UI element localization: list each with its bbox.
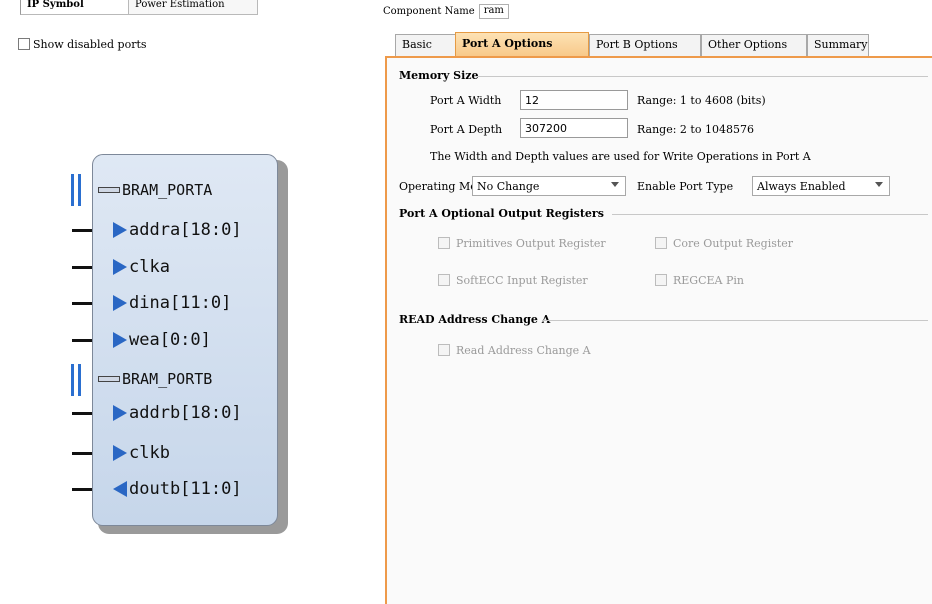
- regcea-pin[interactable]: REGCEA Pin: [655, 272, 744, 288]
- regcea-pin-checkbox[interactable]: [655, 274, 667, 286]
- bus-porta-label: BRAM_PORTA: [122, 181, 213, 199]
- bus-marker: [78, 364, 81, 396]
- port-label: wea[0:0]: [129, 330, 211, 350]
- enable-port-type-label: Enable Port Type: [637, 180, 734, 193]
- ip-symbol-pane: IP Symbol Power Estimation Show disabled…: [0, 0, 362, 604]
- read-address-change-a-label: Read Address Change A: [456, 343, 591, 357]
- tab-power-estimation[interactable]: Power Estimation: [128, 0, 258, 15]
- pin-line: [72, 339, 92, 342]
- enable-port-type-value: Always Enabled: [757, 179, 846, 193]
- show-disabled-ports-checkbox[interactable]: [18, 38, 30, 50]
- port-a-options-panel: [385, 56, 932, 604]
- port-label: clkb: [129, 443, 170, 463]
- input-arrow-icon: [113, 405, 127, 421]
- regcea-pin-label: REGCEA Pin: [673, 273, 744, 287]
- port-a-width-input[interactable]: [520, 90, 628, 110]
- read-address-change-a[interactable]: Read Address Change A: [438, 342, 591, 358]
- port-doutb: doutb[11:0]: [113, 476, 242, 502]
- pin-line: [72, 452, 92, 455]
- pin-line: [72, 412, 92, 415]
- tab-summary[interactable]: Summary: [807, 34, 869, 56]
- tab-other-options[interactable]: Other Options: [701, 34, 807, 56]
- port-label: addra[18:0]: [129, 220, 242, 240]
- port-clka: clka: [113, 254, 170, 280]
- primitives-output-register-checkbox[interactable]: [438, 237, 450, 249]
- component-name-label: Component Name: [383, 5, 475, 17]
- output-arrow-icon: [113, 481, 127, 497]
- port-a-width-label: Port A Width: [430, 94, 502, 107]
- port-label: doutb[11:0]: [129, 479, 242, 499]
- port-a-depth-input[interactable]: [520, 118, 628, 138]
- bus-collapse-icon[interactable]: [98, 187, 120, 193]
- optional-registers-title: Port A Optional Output Registers: [399, 207, 604, 220]
- tab-ip-symbol[interactable]: IP Symbol: [20, 0, 132, 15]
- softecc-input-register-checkbox[interactable]: [438, 274, 450, 286]
- pin-line: [72, 229, 92, 232]
- pin-line: [72, 266, 92, 269]
- input-arrow-icon: [113, 295, 127, 311]
- component-name-row: Component Name ram: [383, 3, 509, 19]
- bus-marker: [78, 174, 81, 206]
- port-addrb: addrb[18:0]: [113, 400, 242, 426]
- primitives-output-register-label: Primitives Output Register: [456, 236, 606, 250]
- group-divider: [542, 320, 928, 321]
- enable-port-type-select[interactable]: Always Enabled: [752, 176, 890, 196]
- tab-basic[interactable]: Basic: [395, 34, 457, 56]
- operating-mode-select[interactable]: No Change: [472, 176, 626, 196]
- port-a-depth-range: Range: 2 to 1048576: [637, 123, 754, 136]
- bus-portb[interactable]: BRAM_PORTB: [98, 366, 212, 392]
- show-disabled-ports-label: Show disabled ports: [33, 37, 147, 51]
- chevron-down-icon: [875, 182, 883, 187]
- tab-port-b-options[interactable]: Port B Options: [589, 34, 701, 56]
- core-output-register[interactable]: Core Output Register: [655, 235, 793, 251]
- port-a-depth-label: Port A Depth: [430, 123, 503, 136]
- port-label: clka: [129, 257, 170, 277]
- input-arrow-icon: [113, 332, 127, 348]
- bus-marker: [71, 364, 74, 396]
- memory-size-title: Memory Size: [399, 69, 479, 82]
- pin-line: [72, 488, 92, 491]
- softecc-input-register-label: SoftECC Input Register: [456, 273, 588, 287]
- pane-divider[interactable]: [362, 0, 384, 604]
- operating-mode-value: No Change: [477, 179, 540, 193]
- read-address-change-title: READ Address Change A: [399, 313, 551, 326]
- bus-collapse-icon[interactable]: [98, 376, 120, 382]
- chevron-down-icon: [611, 182, 619, 187]
- port-dina: dina[11:0]: [113, 290, 231, 316]
- tab-port-a-options[interactable]: Port A Options: [455, 32, 589, 56]
- input-arrow-icon: [113, 222, 127, 238]
- group-divider: [612, 214, 928, 215]
- core-output-register-label: Core Output Register: [673, 236, 794, 250]
- component-name-input[interactable]: ram: [478, 3, 509, 19]
- input-arrow-icon: [113, 259, 127, 275]
- port-a-width-range: Range: 1 to 4608 (bits): [637, 94, 766, 107]
- port-label: addrb[18:0]: [129, 403, 242, 423]
- primitives-output-register[interactable]: Primitives Output Register: [438, 235, 606, 251]
- group-divider: [478, 76, 928, 77]
- width-depth-note: The Width and Depth values are used for …: [430, 150, 811, 163]
- pin-line: [72, 302, 92, 305]
- bus-marker: [71, 174, 74, 206]
- core-output-register-checkbox[interactable]: [655, 237, 667, 249]
- port-clkb: clkb: [113, 440, 170, 466]
- softecc-input-register[interactable]: SoftECC Input Register: [438, 272, 588, 288]
- show-disabled-ports[interactable]: Show disabled ports: [18, 36, 147, 52]
- bus-portb-label: BRAM_PORTB: [122, 370, 213, 388]
- input-arrow-icon: [113, 445, 127, 461]
- port-addra: addra[18:0]: [113, 217, 242, 243]
- port-label: dina[11:0]: [129, 293, 232, 313]
- read-address-change-a-checkbox[interactable]: [438, 344, 450, 356]
- bus-porta[interactable]: BRAM_PORTA: [98, 177, 212, 203]
- port-wea: wea[0:0]: [113, 327, 211, 353]
